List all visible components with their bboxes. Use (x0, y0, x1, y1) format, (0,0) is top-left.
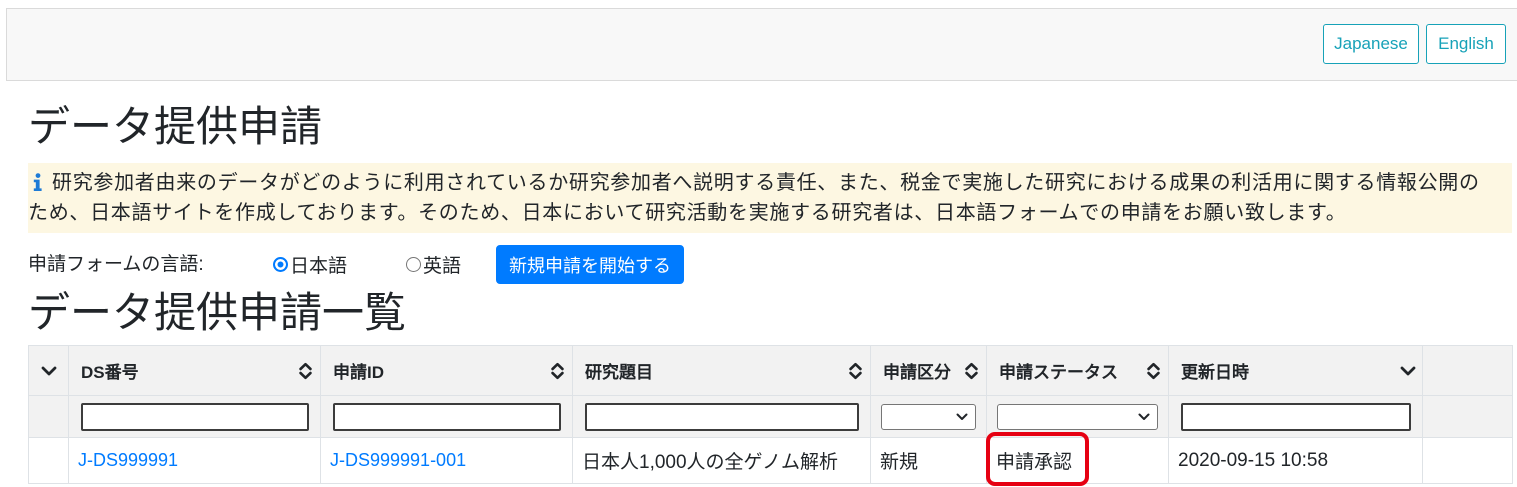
sort-icon[interactable] (298, 362, 313, 380)
column-header-research-title[interactable]: 研究題目 (572, 345, 871, 396)
column-label-category: 申請区分 (883, 363, 951, 382)
ds-number-link[interactable]: J-DS999991 (78, 450, 178, 470)
filter-cell (870, 395, 987, 438)
top-header-bar: Japanese English (6, 8, 1517, 81)
form-language-row: 申請フォームの言語: 日本語 英語 新規申請を開始する (0, 245, 700, 284)
column-header-updated[interactable]: 更新日時 (1168, 345, 1423, 396)
sort-icon[interactable] (550, 362, 565, 380)
filter-cell-empty (1422, 395, 1513, 438)
chevron-down-icon[interactable] (1400, 364, 1416, 378)
row-expand-cell[interactable] (28, 437, 69, 484)
filter-cell (572, 395, 871, 438)
filter-ds-number-input[interactable] (81, 402, 309, 431)
info-icon (33, 173, 42, 191)
table-filter-row (28, 395, 1513, 438)
radio-option-english[interactable]: 英語 (406, 245, 461, 284)
expand-all-header[interactable] (28, 345, 69, 396)
column-label-status: 申請ステータス (999, 363, 1118, 382)
radio-japanese[interactable] (273, 257, 288, 272)
form-language-label: 申請フォームの言語: (28, 254, 204, 275)
cell-research-title: 日本人1,000人の全ゲノム解析 (572, 437, 871, 484)
filter-application-id-input[interactable] (333, 402, 561, 431)
radio-japanese-label: 日本語 (290, 256, 348, 277)
notice-text-line-2: ため、日本語サイトを作成しております。そのため、日本において研究活動を実施する研… (28, 202, 1347, 224)
column-header-category[interactable]: 申請区分 (870, 345, 987, 396)
filter-cell (68, 395, 321, 438)
radio-option-japanese[interactable]: 日本語 (273, 245, 347, 284)
info-notice: 研究参加者由来のデータがどのように利用されているか研究参加者へ説明する責任、また… (28, 163, 1512, 233)
english-language-button[interactable]: English (1426, 24, 1506, 64)
japanese-language-button[interactable]: Japanese (1323, 24, 1419, 64)
column-label-application-id: 申請ID (333, 363, 384, 382)
start-new-application-button[interactable]: 新規申請を開始する (496, 245, 684, 284)
filter-cell (1168, 395, 1423, 438)
filter-category-select[interactable] (881, 403, 976, 430)
notice-line: ため、日本語サイトを作成しております。そのため、日本において研究活動を実施する研… (28, 198, 1512, 228)
chevron-down-icon[interactable] (41, 364, 57, 378)
filter-updated-input[interactable] (1181, 402, 1411, 431)
applications-table: DS番号 申請ID 研究題目 申請区分 申請ステータス 更新日時 J-DS999… (28, 345, 1513, 484)
filter-research-title-input[interactable] (585, 402, 859, 431)
page-title: データ提供申請 (28, 103, 323, 150)
notice-text-line-1: 研究参加者由来のデータがどのように利用されているか研究参加者へ説明する責任、また… (52, 172, 1480, 194)
column-label-research-title: 研究題目 (585, 363, 653, 382)
filter-cell (986, 395, 1169, 438)
list-title: データ提供申請一覧 (28, 289, 407, 336)
column-header-empty (1422, 345, 1513, 396)
filter-status-select-wrapper (997, 403, 1158, 430)
notice-line: 研究参加者由来のデータがどのように利用されているか研究参加者へ説明する責任、また… (28, 168, 1512, 198)
sort-icon[interactable] (848, 362, 863, 380)
column-header-status[interactable]: 申請ステータス (986, 345, 1169, 396)
cell-application-id: J-DS999991-001 (320, 437, 573, 484)
cell-empty (1422, 437, 1513, 484)
column-label-ds-number: DS番号 (81, 363, 139, 382)
radio-english-label: 英語 (423, 256, 462, 277)
column-header-application-id[interactable]: 申請ID (320, 345, 573, 396)
application-id-link[interactable]: J-DS999991-001 (330, 450, 466, 470)
filter-status-select[interactable] (997, 403, 1158, 430)
cell-status: 申請承認 (986, 437, 1169, 484)
column-header-ds-number[interactable]: DS番号 (68, 345, 321, 396)
filter-cell (320, 395, 573, 438)
column-label-updated: 更新日時 (1181, 363, 1249, 382)
cell-updated: 2020-09-15 10:58 (1168, 437, 1423, 484)
table-row[interactable]: J-DS999991 J-DS999991-001 日本人1,000人の全ゲノム… (28, 437, 1513, 484)
cell-ds-number: J-DS999991 (68, 437, 321, 484)
cell-category: 新規 (870, 437, 987, 484)
sort-icon[interactable] (1146, 362, 1161, 380)
table-header-row: DS番号 申請ID 研究題目 申請区分 申請ステータス 更新日時 (28, 345, 1513, 396)
filter-category-select-wrapper (881, 403, 976, 430)
radio-english[interactable] (406, 257, 421, 272)
sort-icon[interactable] (964, 362, 979, 380)
filter-cell-empty (28, 395, 69, 438)
